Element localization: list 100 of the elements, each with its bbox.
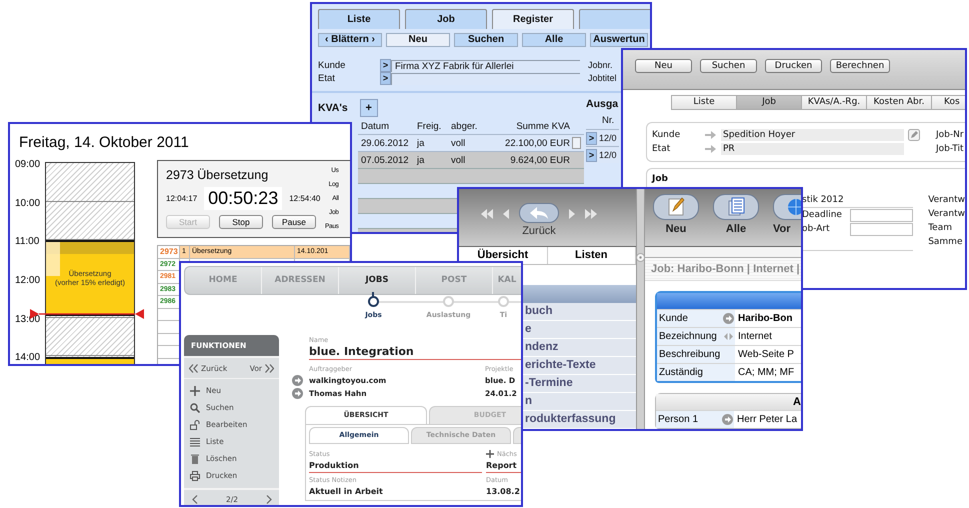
column-header: abger.	[450, 120, 478, 132]
field-value: Internet	[735, 328, 801, 345]
toolbar-button[interactable]: Alle	[522, 33, 586, 47]
field-label: Kunde	[658, 312, 689, 326]
field-label: Jobtitel	[588, 72, 617, 85]
field-label: Person 1	[657, 413, 700, 427]
plus-icon	[486, 450, 494, 458]
arrow-button[interactable]: >	[380, 59, 391, 72]
card-title: A	[656, 394, 801, 410]
input-field[interactable]: Spedition Hoyer	[721, 129, 904, 141]
toolbar-button[interactable]: Auswertun	[590, 33, 648, 47]
time-label: 10:00	[14, 198, 42, 211]
tab[interactable]: Kos	[931, 95, 965, 110]
table-cell-text: 07.05.2012	[360, 154, 410, 166]
tab[interactable]: Liste	[671, 95, 736, 110]
tab[interactable]	[579, 9, 650, 29]
field-label: Kunde	[652, 130, 682, 140]
section-title: Job	[652, 174, 669, 186]
table-cell-text: voll	[450, 154, 466, 166]
tab[interactable]: KVAs/A.-Rg.	[801, 95, 866, 110]
input-field[interactable]: Firma XYZ Fabrik für Allerlei	[391, 60, 580, 72]
table-cell: 12/0	[599, 150, 617, 160]
input-field[interactable]	[850, 208, 914, 222]
table-row[interactable]: 07.05.2012 ja voll 9.624,00 EUR	[358, 151, 584, 168]
field-value: Web-Seite P	[735, 346, 801, 363]
arrow-icon	[705, 145, 716, 153]
timer-button[interactable]: Stop	[219, 215, 263, 229]
input-field[interactable]: PR	[721, 143, 904, 155]
left-right-arrows-icon	[724, 333, 732, 340]
timer-title: 2973 Übersetzung	[166, 168, 270, 182]
column-header: Freig.	[416, 120, 442, 132]
tab[interactable]: Register	[492, 9, 574, 29]
double-chevron-right-icon	[265, 364, 274, 372]
column-header: Datum	[360, 120, 390, 132]
table-cell-text: 22.100,00 EUR	[504, 138, 571, 148]
input-field[interactable]	[850, 222, 914, 236]
tab[interactable]: Job	[736, 95, 801, 110]
time-label: 12:00	[14, 275, 42, 288]
field-label: Jobnr.	[588, 59, 614, 72]
splitter-bar[interactable]	[636, 189, 645, 429]
add-button[interactable]: +	[360, 99, 378, 117]
field-label: Beschreibung	[658, 348, 721, 362]
section-title: Ausga	[586, 98, 619, 110]
table-row[interactable]: 29.06.2012 ja voll 22.100,00 EUR	[358, 134, 584, 151]
field-label: Etat	[652, 144, 672, 154]
printer-icon	[190, 470, 200, 480]
field-label: ob-Art	[802, 224, 831, 234]
back-button[interactable]: Zurück	[519, 203, 559, 237]
section-title: KVA's	[318, 102, 348, 114]
scroll-up-button[interactable]	[572, 137, 581, 149]
table-cell-text: voll	[450, 138, 466, 148]
table-cell-text: 9.624,00 EUR	[509, 154, 571, 166]
time-label: 14:00	[14, 352, 42, 364]
field-label: Etat	[318, 73, 336, 84]
toolbar-button[interactable]: ‹ Blättern ›	[318, 33, 382, 47]
field-label: Kunde	[318, 60, 346, 71]
field-value: CA; MM; MF	[735, 364, 801, 381]
field-label: Job-Tit	[936, 144, 965, 154]
table-cell-text: 29.06.2012	[360, 138, 410, 148]
arrow-circle-icon	[292, 375, 303, 386]
date-heading: Freitag, 14. Oktober 2011	[18, 133, 190, 153]
globe-icon	[785, 196, 801, 218]
tab[interactable]: Liste	[318, 9, 400, 29]
time-label: 09:00	[14, 159, 42, 172]
field-label: Deadline	[802, 210, 843, 220]
table-cell: 12/0	[599, 133, 617, 143]
double-chevron-left-icon	[189, 364, 198, 372]
field-label: Zuständig	[658, 366, 704, 380]
toolbar-button[interactable]: Drucken	[765, 59, 822, 73]
elapsed-time: 00:50:23	[204, 187, 282, 210]
toolbar-button[interactable]: Neu	[635, 59, 692, 73]
toolbar-button[interactable]: Suchen	[454, 33, 518, 47]
arrow-button[interactable]: >	[586, 148, 597, 162]
double-right-arrow-icon	[585, 209, 597, 219]
arrow-circle-icon	[722, 414, 732, 425]
tab[interactable]: Job	[405, 9, 487, 29]
chevron-left-icon	[192, 495, 198, 504]
start-time: 12:04:17	[166, 194, 198, 203]
field-value: Aktuell in Arbeit	[309, 486, 384, 498]
arrow-button[interactable]: >	[586, 132, 597, 144]
arrow-button[interactable]: >	[380, 72, 391, 85]
task-number: 2973	[158, 246, 180, 258]
list-icon	[190, 436, 200, 446]
breadcrumb: Job: Haribo-Bonn | Internet |	[651, 263, 800, 275]
arrow-circle-icon	[292, 388, 303, 399]
tab[interactable]: Kosten Abr.	[866, 95, 931, 110]
field-label: Samme	[928, 236, 964, 249]
toolbar-button[interactable]: Suchen	[700, 59, 757, 73]
column-header: Nr.	[601, 114, 616, 128]
field-label: Verantw	[928, 194, 965, 207]
toolbar-button[interactable]: Neu	[386, 33, 450, 47]
field-label: Verantw	[928, 208, 965, 221]
padlock-icon	[190, 420, 200, 430]
field-value: Haribo-Bon	[735, 310, 801, 327]
timer-button[interactable]: Pause	[272, 215, 316, 229]
field-value: Herr Peter La	[734, 411, 801, 428]
end-time: 12:54:40	[289, 194, 320, 203]
table-cell-text: ja	[416, 154, 426, 166]
toolbar-button[interactable]: Berechnen	[830, 59, 890, 73]
field-value: Produktion	[309, 459, 482, 473]
